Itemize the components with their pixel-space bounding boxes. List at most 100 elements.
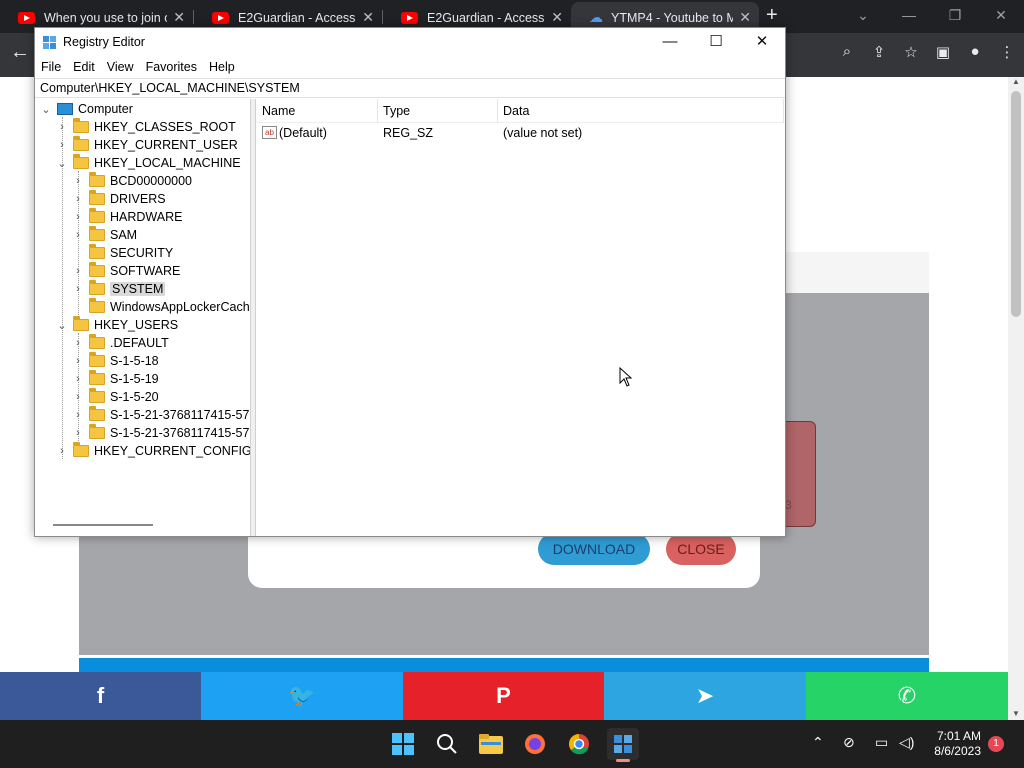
twitter-share-button[interactable]: 🐦 xyxy=(201,672,403,720)
tree-node-bcd[interactable]: › BCD00000000 xyxy=(73,172,192,190)
system-clock[interactable]: 7:01 AM 8/6/2023 xyxy=(929,729,981,759)
chrome-icon[interactable] xyxy=(563,728,595,760)
restore-icon[interactable]: ❐ xyxy=(932,0,978,33)
menu-view[interactable]: View xyxy=(101,57,140,77)
chevron-right-icon[interactable]: › xyxy=(57,121,67,133)
star-icon[interactable]: ☆ xyxy=(902,43,920,61)
chevron-right-icon[interactable]: › xyxy=(73,355,83,367)
result-card: 3 xyxy=(784,421,816,527)
chevron-down-icon[interactable]: ⌄ xyxy=(41,103,51,116)
cloud-icon: ☁ xyxy=(589,9,603,25)
regedit-icon[interactable] xyxy=(607,728,639,762)
page-scrollbar[interactable]: ▲ ▼ xyxy=(1008,77,1024,720)
menu-file[interactable]: File xyxy=(35,57,67,77)
close-tab-icon[interactable]: ✕ xyxy=(739,9,751,26)
chevron-right-icon[interactable]: › xyxy=(73,265,83,277)
title-bar[interactable]: Registry Editor — ☐ ✕ xyxy=(35,28,785,56)
tree-node-hardware[interactable]: › HARDWARE xyxy=(73,208,182,226)
display-icon[interactable]: ▭ xyxy=(875,734,888,751)
volume-icon[interactable]: ◁) xyxy=(899,734,914,751)
back-arrow-icon[interactable]: ← xyxy=(10,41,30,64)
chevron-down-icon[interactable]: ⌄ xyxy=(57,157,67,170)
close-icon[interactable]: ✕ xyxy=(739,28,785,56)
close-tab-icon[interactable]: ✕ xyxy=(551,9,563,26)
list-item[interactable]: ab (Default) REG_SZ (value not set) xyxy=(256,124,784,142)
registry-editor-icon xyxy=(43,36,57,50)
column-type-header[interactable]: Type xyxy=(383,104,410,118)
firefox-icon[interactable] xyxy=(519,728,551,760)
tree-node-security[interactable]: SECURITY xyxy=(73,244,173,262)
telegram-share-button[interactable]: ➤ xyxy=(604,672,806,720)
file-explorer-icon[interactable] xyxy=(475,728,507,760)
search-icon[interactable] xyxy=(431,728,463,760)
chevron-right-icon[interactable]: › xyxy=(73,373,83,385)
tree-node-applocker[interactable]: WindowsAppLockerCache xyxy=(73,298,250,316)
menu-icon[interactable]: ⋮ xyxy=(998,43,1016,61)
tree-node-hkcc[interactable]: › HKEY_CURRENT_CONFIG xyxy=(57,442,250,460)
window-controls: — ☐ ✕ xyxy=(647,28,785,56)
download-button[interactable]: DOWNLOAD xyxy=(538,533,650,565)
tree-node-sam[interactable]: › SAM xyxy=(73,226,137,244)
value-type: REG_SZ xyxy=(383,126,434,140)
tab-title: E2Guardian - Access De xyxy=(427,10,545,25)
maximize-icon[interactable]: ☐ xyxy=(693,28,739,56)
scroll-up-icon[interactable]: ▲ xyxy=(1012,77,1020,86)
chevron-right-icon[interactable]: › xyxy=(73,391,83,403)
notification-badge[interactable]: 1 xyxy=(988,736,1004,752)
menu-favorites[interactable]: Favorites xyxy=(140,57,203,77)
tree-node-s-1-5-21-b[interactable]: › S-1-5-21-3768117415-5727 xyxy=(73,424,250,442)
pinterest-share-button[interactable]: P xyxy=(403,672,604,720)
tree-node-software[interactable]: › SOFTWARE xyxy=(73,262,180,280)
tree-node-hkcu[interactable]: › HKEY_CURRENT_USER xyxy=(57,136,238,154)
tree-node-s-1-5-18[interactable]: › S-1-5-18 xyxy=(73,352,159,370)
close-tab-icon[interactable]: ✕ xyxy=(362,9,374,26)
chevron-right-icon[interactable]: › xyxy=(73,229,83,241)
close-tab-icon[interactable]: ✕ xyxy=(173,9,185,26)
tree-node-drivers[interactable]: › DRIVERS xyxy=(73,190,166,208)
tree-node-default[interactable]: › .DEFAULT xyxy=(73,334,169,352)
tree-node-computer[interactable]: ⌄ Computer xyxy=(41,100,133,118)
search-icon[interactable]: ⌕ xyxy=(838,43,856,61)
windows-start-icon[interactable] xyxy=(387,728,419,760)
close-button[interactable]: CLOSE xyxy=(666,533,736,565)
chevron-right-icon[interactable]: › xyxy=(73,409,83,421)
tree-node-hku[interactable]: ⌄ HKEY_USERS xyxy=(57,316,178,334)
tree-node-s-1-5-19[interactable]: › S-1-5-19 xyxy=(73,370,159,388)
string-value-icon: ab xyxy=(262,126,277,139)
menu-help[interactable]: Help xyxy=(203,57,241,77)
minimize-icon[interactable]: — xyxy=(886,0,932,33)
tree-node-label: SYSTEM xyxy=(110,282,166,296)
chevron-right-icon[interactable]: › xyxy=(57,445,67,457)
tree-horizontal-scrollbar[interactable] xyxy=(53,524,153,526)
sidebar-icon[interactable]: ▣ xyxy=(934,43,952,61)
chevron-up-icon[interactable]: ⌃ xyxy=(812,734,824,751)
chevron-right-icon[interactable]: › xyxy=(73,337,83,349)
profile-icon[interactable]: ● xyxy=(966,43,984,61)
chevron-right-icon[interactable]: › xyxy=(73,427,83,439)
tree-node-hkcr[interactable]: › HKEY_CLASSES_ROOT xyxy=(57,118,236,136)
chevron-right-icon[interactable]: › xyxy=(73,283,83,295)
facebook-share-button[interactable]: f xyxy=(0,672,201,720)
chevron-right-icon[interactable]: › xyxy=(73,175,83,187)
scrollbar-thumb[interactable] xyxy=(1011,91,1021,317)
chevron-right-icon[interactable]: › xyxy=(57,139,67,151)
chevron-down-icon[interactable]: ⌄ xyxy=(57,319,67,332)
tree-node-system[interactable]: › SYSTEM xyxy=(73,280,166,298)
minimize-icon[interactable]: — xyxy=(647,28,693,56)
new-tab-button[interactable]: + xyxy=(766,4,778,27)
tree-node-s-1-5-21-a[interactable]: › S-1-5-21-3768117415-5727 xyxy=(73,406,250,424)
scroll-down-icon[interactable]: ▼ xyxy=(1012,709,1020,718)
share-icon[interactable]: ⇪ xyxy=(870,43,888,61)
chevron-right-icon[interactable]: › xyxy=(73,193,83,205)
tree-node-s-1-5-20[interactable]: › S-1-5-20 xyxy=(73,388,159,406)
tab-search-icon[interactable]: ⌄ xyxy=(840,0,886,33)
menu-edit[interactable]: Edit xyxy=(67,57,101,77)
chevron-right-icon[interactable]: › xyxy=(73,211,83,223)
column-data-header[interactable]: Data xyxy=(503,104,529,118)
network-icon[interactable]: ⊘ xyxy=(843,734,855,751)
tree-node-hklm[interactable]: ⌄ HKEY_LOCAL_MACHINE xyxy=(57,154,241,172)
column-name-header[interactable]: Name xyxy=(262,104,295,118)
whatsapp-share-button[interactable]: ✆ xyxy=(806,672,1008,720)
address-bar[interactable]: Computer\HKEY_LOCAL_MACHINE\SYSTEM xyxy=(35,78,785,98)
close-icon[interactable]: ✕ xyxy=(978,0,1024,33)
